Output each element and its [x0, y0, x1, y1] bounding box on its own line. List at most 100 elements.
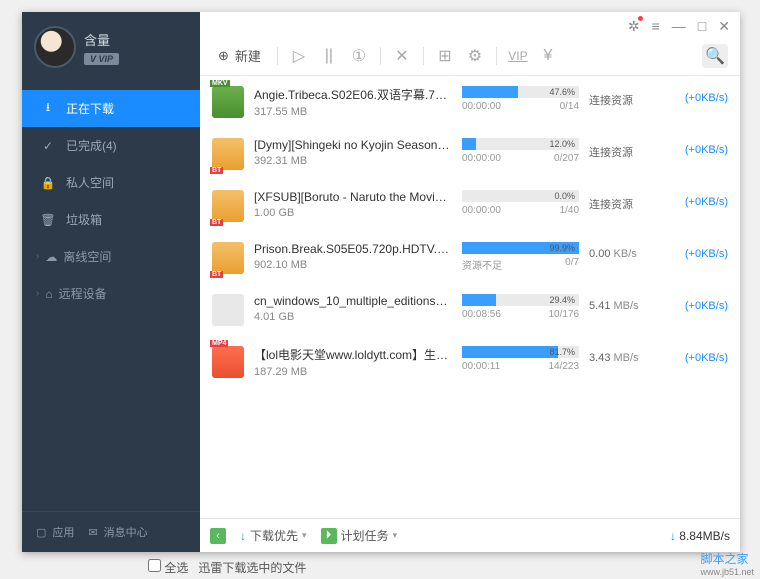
parts-count: 1/40	[560, 205, 579, 216]
search-icon: 🔍	[705, 46, 725, 66]
sidebar-apps[interactable]: ▢ 应用	[36, 524, 74, 540]
download-list: Angie.Tribeca.S02E06.双语字幕.720p.TVr...317…	[200, 76, 740, 518]
elapsed-time: 00:00:11	[462, 361, 500, 372]
download-priority-button[interactable]: ↓ 下载优先 ▾	[240, 527, 307, 544]
file-name: cn_windows_10_multiple_editions_x64_d...	[254, 294, 452, 308]
speed-text: (+0KB/s)	[668, 86, 728, 104]
download-row[interactable]: [XFSUB][Boruto - Naruto the Movie][BIG5.…	[200, 180, 740, 232]
device-icon: ⌂	[45, 287, 52, 301]
apps-icon: ▢	[36, 526, 46, 539]
vip-button[interactable]: VIP	[507, 45, 529, 67]
minimize-button[interactable]: —	[672, 18, 686, 34]
sidebar: 含量 V VIP ⭳ 正在下载 ✓ 已完成(4) 🔒 私人空间 🗑 垃圾箱	[22, 12, 200, 552]
menu-icon[interactable]: ≡	[652, 18, 660, 34]
parts-count: 0/7	[565, 257, 579, 272]
speed-text: (+0KB/s)	[668, 346, 728, 364]
status-text: 连接资源	[589, 190, 658, 212]
status-text: 0.00 KB/s	[589, 242, 658, 260]
maximize-button[interactable]: □	[698, 18, 706, 34]
elapsed-time: 00:00:00	[462, 101, 501, 112]
parts-count: 10/176	[548, 309, 579, 320]
close-button[interactable]: ✕	[718, 18, 730, 35]
currency-icon[interactable]: ¥	[537, 45, 559, 67]
progress-bar: 29.4%	[462, 294, 579, 306]
status-text: 连接资源	[589, 138, 658, 160]
trash-icon: 🗑	[40, 212, 56, 228]
check-icon: ✓	[40, 138, 56, 154]
parts-count: 14/223	[548, 361, 579, 372]
file-icon	[212, 294, 244, 326]
file-name: Prison.Break.S05E05.720p.HDTV.x264-KI...	[254, 242, 452, 256]
sidebar-item-downloading[interactable]: ⭳ 正在下载	[22, 90, 200, 127]
pause-icon[interactable]: ||	[318, 45, 340, 67]
file-size: 902.10 MB	[254, 259, 452, 271]
file-name: 【lol电影天堂www.loldytt.com】生活大...	[254, 346, 452, 363]
notification-icon[interactable]: ✲	[628, 18, 640, 35]
speed-text: (+0KB/s)	[668, 138, 728, 156]
progress-bar: 0.0%	[462, 190, 579, 202]
user-area: 含量 V VIP	[22, 12, 200, 82]
elapsed-time: 00:08:56	[462, 309, 501, 320]
sidebar-group-label: 离线空间	[63, 248, 111, 265]
download-row[interactable]: 【lol电影天堂www.loldytt.com】生活大... 187.29 MB 8…	[200, 336, 740, 388]
file-name: [XFSUB][Boruto - Naruto the Movie][BIG5.…	[254, 190, 452, 204]
plan-task-button[interactable]: ⏵ 计划任务 ▾	[321, 527, 398, 544]
bottom-caption: 迅雷下载选中的文件	[198, 559, 306, 576]
play-icon[interactable]: ▷	[288, 45, 310, 67]
elapsed-time: 资源不足	[462, 257, 502, 272]
priority-icon[interactable]: ①	[348, 45, 370, 67]
file-icon	[212, 86, 244, 118]
progress-bar: 47.6%	[462, 86, 579, 98]
plus-icon: ⊕	[218, 48, 229, 64]
download-row[interactable]: [Dymy][Shingeki no Kyojin Season 2][30(.…	[200, 128, 740, 180]
sidebar-group-remote[interactable]: › ⌂ 远程设备	[22, 275, 200, 312]
sidebar-item-completed[interactable]: ✓ 已完成(4)	[22, 127, 200, 164]
file-icon	[212, 242, 244, 274]
plan-icon: ⏵	[321, 528, 337, 544]
toolbar: ⊕ 新建 ▷ || ① ✕ ⊞ ⚙ VIP ¥ 🔍	[200, 36, 740, 76]
sidebar-messages[interactable]: ✉ 消息中心	[88, 524, 147, 540]
file-size: 187.29 MB	[254, 366, 452, 378]
chevron-right-icon: ›	[36, 251, 39, 262]
message-icon: ✉	[88, 526, 97, 539]
download-row[interactable]: cn_windows_10_multiple_editions_x64_d...…	[200, 284, 740, 336]
grid-icon[interactable]: ⊞	[434, 45, 456, 67]
gear-icon[interactable]: ⚙	[464, 45, 486, 67]
chevron-right-icon: ›	[36, 288, 39, 299]
sidebar-group-label: 远程设备	[59, 285, 107, 302]
sidebar-item-label: 已完成(4)	[66, 137, 117, 154]
down-arrow-icon: ↓	[240, 529, 246, 543]
sidebar-item-label: 垃圾箱	[66, 211, 102, 228]
watermark: 脚本之家 www.jb51.net	[700, 550, 754, 577]
delete-icon[interactable]: ✕	[391, 45, 413, 67]
sidebar-group-offline[interactable]: › ☁ 离线空间	[22, 238, 200, 275]
vip-badge[interactable]: V VIP	[84, 53, 119, 65]
select-all-checkbox[interactable]: 全选	[148, 559, 188, 576]
avatar[interactable]	[34, 26, 76, 68]
file-icon	[212, 138, 244, 170]
new-task-button[interactable]: ⊕ 新建	[212, 42, 267, 69]
download-row[interactable]: Prison.Break.S05E05.720p.HDTV.x264-KI...…	[200, 232, 740, 284]
prev-icon[interactable]: ‹	[210, 528, 226, 544]
progress-bar: 81.7%	[462, 346, 579, 358]
elapsed-time: 00:00:00	[462, 205, 501, 216]
status-text: 5.41 MB/s	[589, 294, 658, 312]
search-button[interactable]: 🔍	[702, 44, 728, 68]
download-icon: ⭳	[40, 101, 56, 117]
file-size: 317.55 MB	[254, 106, 452, 118]
elapsed-time: 00:00:00	[462, 153, 501, 164]
download-row[interactable]: Angie.Tribeca.S02E06.双语字幕.720p.TVr...317…	[200, 76, 740, 128]
down-arrow-icon: ↓	[670, 529, 676, 543]
window-controls: ✲ ≡ — □ ✕	[200, 12, 740, 36]
file-icon	[212, 346, 244, 378]
bottom-toolbar: 全选 迅雷下载选中的文件	[148, 555, 306, 579]
username: 含量	[84, 30, 119, 49]
speed-text: (+0KB/s)	[668, 294, 728, 312]
cloud-icon: ☁	[45, 250, 57, 264]
chevron-down-icon: ▾	[393, 530, 398, 541]
sidebar-item-trash[interactable]: 🗑 垃圾箱	[22, 201, 200, 238]
file-name: [Dymy][Shingeki no Kyojin Season 2][30(.…	[254, 138, 452, 152]
sidebar-item-private[interactable]: 🔒 私人空间	[22, 164, 200, 201]
status-text: 3.43 MB/s	[589, 346, 658, 364]
speed-text: (+0KB/s)	[668, 242, 728, 260]
